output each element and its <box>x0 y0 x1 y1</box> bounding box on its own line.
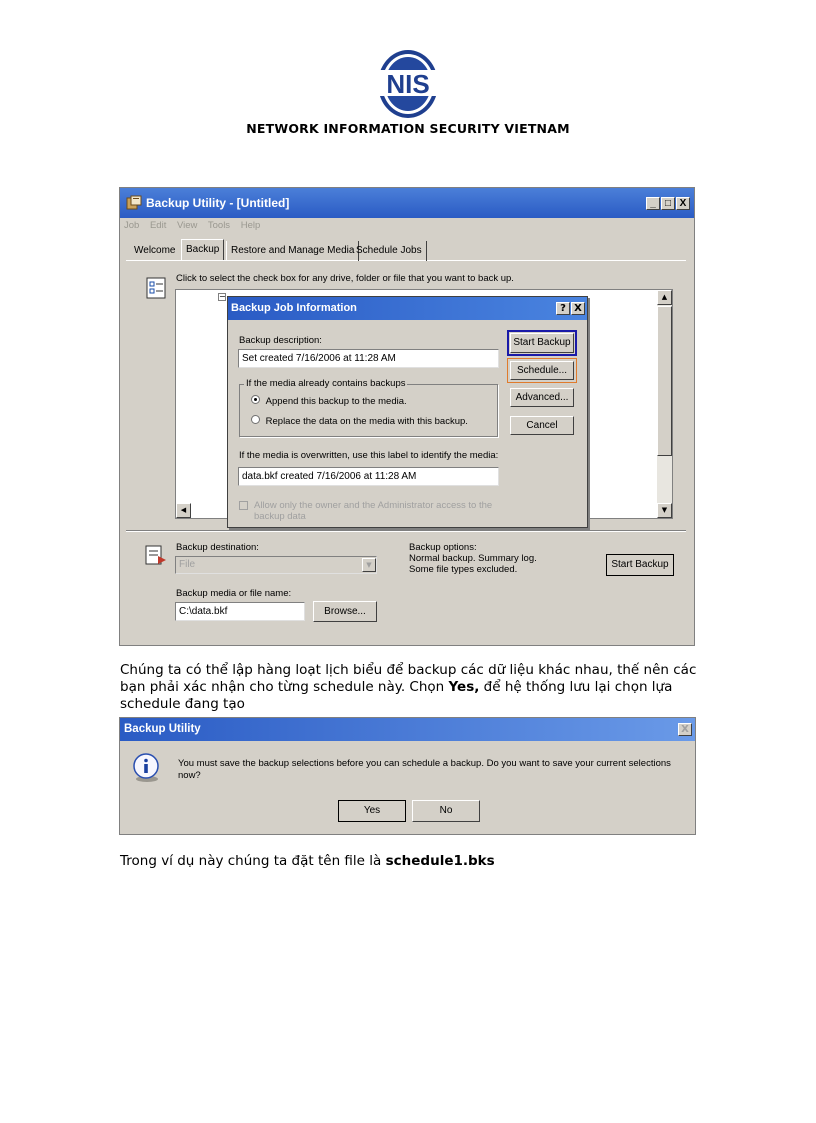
backup-checklist-icon <box>146 277 166 299</box>
group-label: If the media already contains backups <box>244 378 408 389</box>
start-backup-button[interactable]: Start Backup <box>606 554 674 576</box>
scroll-left-arrow-icon[interactable]: ◀ <box>176 503 191 518</box>
options-line-1: Normal backup. Summary log. <box>409 553 537 564</box>
no-button[interactable]: No <box>412 800 480 822</box>
tab-restore[interactable]: Restore and Manage Media <box>226 241 360 261</box>
yes-button[interactable]: Yes <box>338 800 406 822</box>
media-file-input[interactable]: C:\data.bkf <box>175 602 305 621</box>
footer-filename-bold: schedule1.bks <box>385 853 495 869</box>
desc-label: Backup description: <box>239 335 322 346</box>
radio-unselected-icon[interactable] <box>251 415 260 424</box>
paragraph-line-3: schedule đang tạo <box>120 696 245 712</box>
media-label-prompt: If the media is overwritten, use this la… <box>239 450 499 461</box>
menu-edit[interactable]: Edit <box>150 220 166 231</box>
replace-radio[interactable]: Replace the data on the media with this … <box>251 415 468 427</box>
company-name: NETWORK INFORMATION SECURITY VIETNAM <box>246 121 570 136</box>
allow-access-line-2: backup data <box>254 511 306 522</box>
window-titlebar: Backup Utility - [Untitled] _ □ X <box>120 188 694 218</box>
radio-selected-icon[interactable] <box>251 395 260 404</box>
minimize-button[interactable]: _ <box>646 196 660 210</box>
dialog-close-button[interactable]: X <box>571 302 585 315</box>
browse-button[interactable]: Browse... <box>313 601 377 622</box>
paragraph-line-1: Chúng ta có thể lập hàng loạt lịch biểu … <box>120 662 697 678</box>
logo-text: NIS <box>386 69 429 99</box>
dialog-titlebar: Backup Job Information <box>228 297 587 320</box>
append-radio[interactable]: Append this backup to the media. <box>251 395 407 407</box>
message-box-close-button[interactable]: X <box>678 723 692 736</box>
paragraph-line-2-rest: để hệ thống lưu lại chọn lựa <box>479 679 673 695</box>
menu-bar: Job Edit View Tools Help <box>124 220 268 231</box>
append-label: Append this backup to the media. <box>265 396 407 407</box>
backup-destination-icon <box>145 545 166 565</box>
media-label: Backup media or file name: <box>176 588 292 599</box>
destination-select[interactable]: File <box>175 556 377 574</box>
backup-options: Backup options: Normal backup. Summary l… <box>409 542 537 575</box>
message-line-2: now? <box>178 770 201 781</box>
scroll-down-arrow-icon[interactable]: ▼ <box>657 503 672 518</box>
allow-access-checkbox[interactable] <box>239 501 248 510</box>
options-line-2: Some file types excluded. <box>409 564 518 575</box>
menu-tools[interactable]: Tools <box>208 220 230 231</box>
tab-backup[interactable]: Backup <box>181 239 225 260</box>
instruction-text: Click to select the check box for any dr… <box>176 273 514 284</box>
replace-label: Replace the data on the media with this … <box>265 416 468 427</box>
dialog-title: Backup Job Information <box>231 302 357 314</box>
dialog-schedule-button[interactable]: Schedule... <box>510 361 574 380</box>
menu-help[interactable]: Help <box>241 220 261 231</box>
separator-line <box>126 530 686 532</box>
paragraph-line-2-text: bạn phải xác nhận cho từng schedule này.… <box>120 679 449 695</box>
footer-text: Trong ví dụ này chúng ta đặt tên file là… <box>120 853 495 870</box>
dropdown-arrow-icon[interactable]: ▼ <box>362 558 376 572</box>
menu-view[interactable]: View <box>177 220 197 231</box>
window-title: Backup Utility - [Untitled] <box>146 196 290 210</box>
nis-logo: NIS <box>378 50 438 118</box>
close-button[interactable]: X <box>676 196 690 210</box>
dialog-start-backup-button[interactable]: Start Backup <box>510 333 574 353</box>
paragraph-line-2: bạn phải xác nhận cho từng schedule này.… <box>120 679 672 696</box>
options-label: Backup options: <box>409 542 477 553</box>
dialog-cancel-button[interactable]: Cancel <box>510 416 574 435</box>
media-label-input[interactable]: data.bkf created 7/16/2006 at 11:28 AM <box>238 467 499 486</box>
dialog-advanced-button[interactable]: Advanced... <box>510 388 574 407</box>
maximize-button[interactable]: □ <box>661 196 675 210</box>
scroll-up-arrow-icon[interactable]: ▲ <box>657 290 672 305</box>
footer-text-prefix: Trong ví dụ này chúng ta đặt tên file là <box>120 853 386 869</box>
menu-job[interactable]: Job <box>124 220 139 231</box>
paragraph-yes-bold: Yes, <box>448 679 480 695</box>
tab-welcome[interactable]: Welcome <box>130 241 180 261</box>
message-box-titlebar: Backup Utility <box>120 718 695 741</box>
backup-app-icon <box>126 195 142 210</box>
message-text: You must save the backup selections befo… <box>178 758 671 782</box>
allow-access-label: Allow only the owner and the Administrat… <box>254 500 492 522</box>
scroll-thumb[interactable] <box>657 306 672 456</box>
info-icon <box>133 753 159 782</box>
message-box-title: Backup Utility <box>124 723 201 735</box>
tab-schedule-jobs[interactable]: Schedule Jobs <box>352 241 427 261</box>
tree-collapse-icon[interactable]: − <box>218 293 226 301</box>
description-input[interactable]: Set created 7/16/2006 at 11:28 AM <box>238 349 499 368</box>
append-replace-group <box>239 384 498 437</box>
destination-label: Backup destination: <box>176 542 259 553</box>
message-line-1: You must save the backup selections befo… <box>178 758 671 769</box>
allow-access-line-1: Allow only the owner and the Administrat… <box>254 500 493 511</box>
dialog-help-button[interactable]: ? <box>556 302 570 315</box>
